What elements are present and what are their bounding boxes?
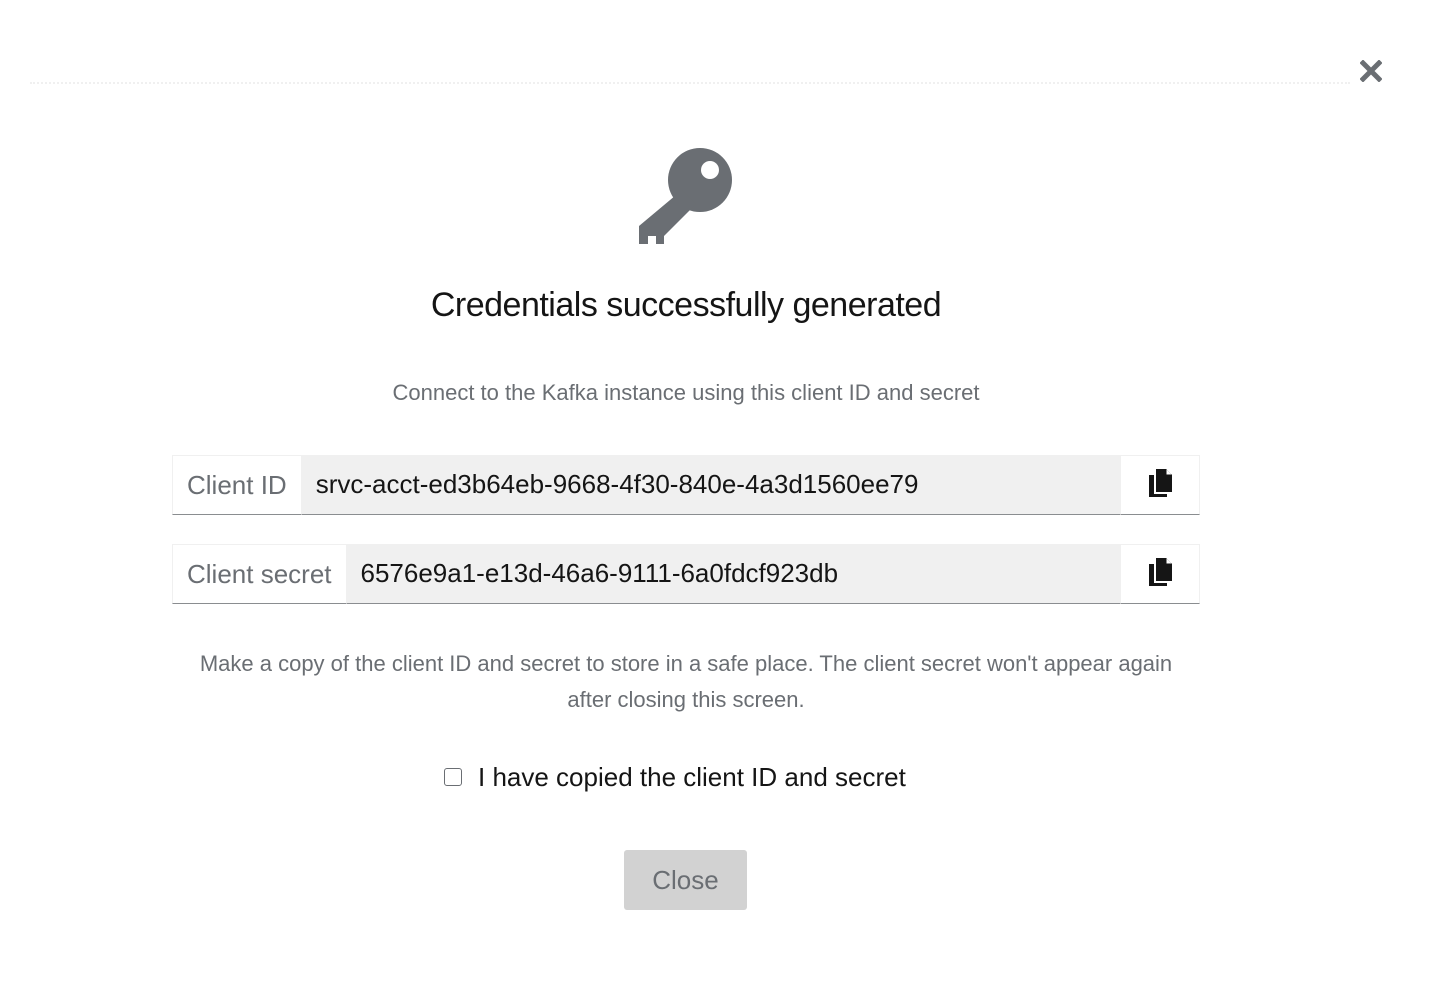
client-secret-field: Client secret 6576e9a1-e13d-46a6-9111-6a… — [172, 544, 1200, 604]
close-icon[interactable] — [1356, 56, 1386, 86]
credentials-modal: Credentials successfully generated Conne… — [0, 0, 1440, 1007]
confirm-copied-row[interactable]: I have copied the client ID and secret — [444, 760, 906, 794]
key-icon — [634, 148, 738, 248]
modal-header-divider — [30, 82, 1350, 84]
client-secret-value[interactable]: 6576e9a1-e13d-46a6-9111-6a0fdcf923db — [346, 544, 1120, 604]
modal-title: Credentials successfully generated — [430, 286, 942, 324]
confirm-copied-checkbox[interactable] — [444, 768, 462, 786]
close-button[interactable]: Close — [624, 850, 747, 910]
copy-client-id-button[interactable] — [1120, 455, 1200, 515]
client-secret-label: Client secret — [172, 544, 347, 604]
copy-icon — [1147, 468, 1173, 503]
copy-client-secret-button[interactable] — [1120, 544, 1200, 604]
client-id-field: Client ID srvc-acct-ed3b64eb-9668-4f30-8… — [172, 455, 1200, 515]
copy-icon — [1147, 557, 1173, 592]
safety-note: Make a copy of the client ID and secret … — [199, 651, 1173, 712]
client-id-value[interactable]: srvc-acct-ed3b64eb-9668-4f30-840e-4a3d15… — [301, 455, 1120, 515]
modal-subtitle: Connect to the Kafka instance using this… — [392, 380, 980, 405]
client-id-label: Client ID — [172, 455, 302, 515]
confirm-copied-label[interactable]: I have copied the client ID and secret — [478, 762, 906, 793]
